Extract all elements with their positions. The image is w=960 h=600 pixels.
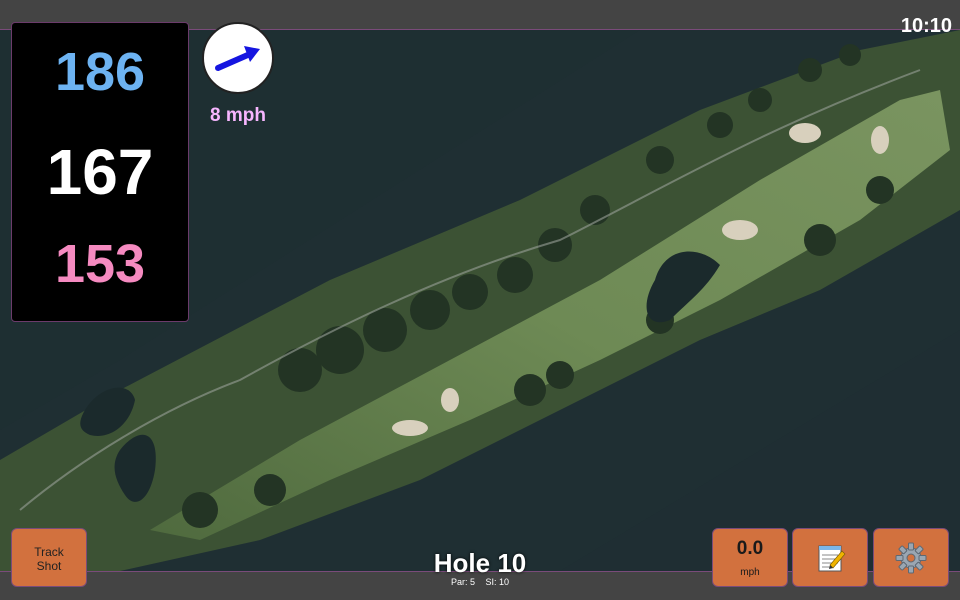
notes-button[interactable] xyxy=(792,528,868,587)
back-of-green-distance: 186 xyxy=(54,42,146,102)
notepad-icon xyxy=(818,545,846,572)
distance-panel: 186 167 153 xyxy=(11,22,189,322)
gear-icon xyxy=(895,542,927,574)
wind-speed-label: 8 mph xyxy=(210,105,266,126)
track-shot-label-line1: Track xyxy=(34,545,64,559)
golf-gps-screen: 10:10 186 167 153 8 mph Track Shot Hole … xyxy=(0,0,960,600)
wind-speed-value: 0.0 xyxy=(736,538,764,559)
settings-button[interactable] xyxy=(873,528,949,587)
status-time: 10:10 xyxy=(900,15,952,37)
wind-arrow-icon xyxy=(215,46,260,71)
front-of-green-distance: 153 xyxy=(54,234,146,294)
track-shot-button[interactable]: Track Shot xyxy=(11,528,87,587)
hole-par: Par: 5 xyxy=(450,577,475,587)
wind-speed-unit: mph xyxy=(740,567,760,578)
hole-title: Hole 10 xyxy=(433,548,527,578)
hole-info: Par: 5 SI: 10 xyxy=(380,577,580,587)
track-shot-label-line2: Shot xyxy=(36,559,62,573)
middle-of-green-distance: 167 xyxy=(46,136,154,208)
wind-speed-button[interactable]: 0.0 mph xyxy=(712,528,788,587)
wind-direction-dial xyxy=(202,22,274,94)
hole-stroke-index: SI: 10 xyxy=(485,577,510,587)
